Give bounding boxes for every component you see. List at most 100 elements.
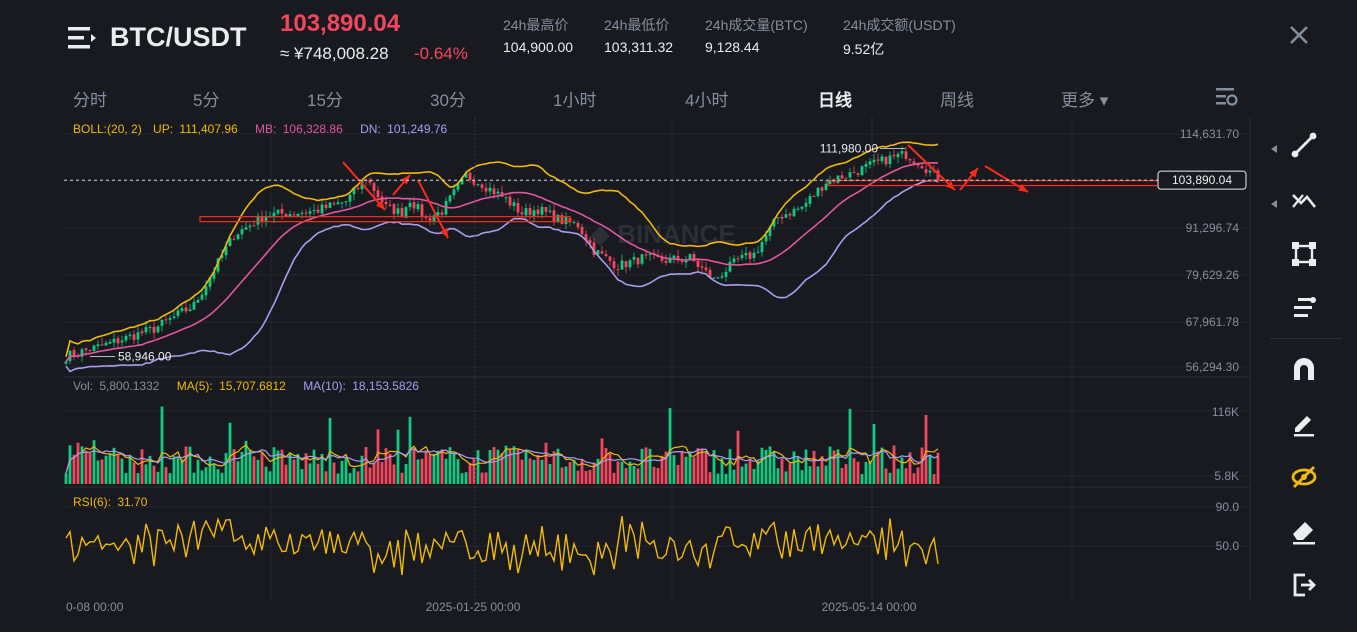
volume-bar xyxy=(124,473,128,484)
magnet-icon[interactable] xyxy=(1289,354,1319,384)
toolbar-divider xyxy=(1270,338,1342,339)
candle-body xyxy=(164,319,168,321)
candle-body xyxy=(64,361,68,364)
candle-body xyxy=(108,341,112,344)
volume-bar xyxy=(808,466,812,484)
volume-bar xyxy=(888,472,892,484)
pencil-icon[interactable] xyxy=(1289,408,1319,438)
volume-bar xyxy=(368,467,372,484)
kline-chart[interactable]: ◆ BINANCE BOLL:(20, 2) UP: 111,407.96 MB… xyxy=(0,0,1357,632)
volume-bar xyxy=(200,470,204,484)
volume-bar xyxy=(816,466,820,484)
time-tick: 2025-05-14 00:00 xyxy=(822,600,917,614)
volume-bar xyxy=(868,461,872,484)
expand-caret-icon[interactable] xyxy=(1270,195,1278,208)
candle-body xyxy=(788,213,792,216)
hide-eye-icon[interactable] xyxy=(1289,462,1319,492)
multi-line-icon[interactable] xyxy=(1289,185,1319,215)
candle-body xyxy=(508,196,512,206)
candle-body xyxy=(840,175,844,179)
candle-body xyxy=(636,257,640,265)
candle-body xyxy=(716,277,720,279)
volume-bar xyxy=(464,472,468,484)
candle-body xyxy=(764,235,768,242)
volume-bar xyxy=(340,460,344,484)
volume-bar xyxy=(588,470,592,484)
candle-body xyxy=(912,161,916,164)
candle-body xyxy=(704,267,708,271)
watermark-logo: ◆ BINANCE xyxy=(590,219,736,249)
candle-body xyxy=(908,158,912,161)
time-tick: 0-08 00:00 xyxy=(66,600,124,614)
candle-body xyxy=(836,175,840,183)
candle-body xyxy=(136,332,140,340)
candle-body xyxy=(316,209,320,213)
candle-body xyxy=(672,255,676,259)
volume-bar xyxy=(272,447,276,484)
candle-body xyxy=(152,326,156,333)
volume-bar xyxy=(236,461,240,484)
candle-body xyxy=(700,266,704,268)
candle-body xyxy=(124,335,128,341)
volume-bar xyxy=(436,450,440,484)
volume-bar xyxy=(632,465,636,484)
volume-bar xyxy=(776,468,780,484)
candle-body xyxy=(300,212,304,214)
volume-bar xyxy=(928,455,932,484)
candle-body xyxy=(800,206,804,209)
volume-bar xyxy=(616,461,620,484)
candle-body xyxy=(796,208,800,210)
volume-bar xyxy=(460,473,464,484)
volume-bar xyxy=(224,453,228,484)
candle-body xyxy=(544,207,548,212)
candle-body xyxy=(72,349,76,357)
volume-bar xyxy=(100,459,104,484)
boll-legend: BOLL:(20, 2) UP: 111,407.96 MB: 106,328.… xyxy=(73,122,448,136)
rectangle-icon[interactable] xyxy=(1289,239,1319,269)
candle-body xyxy=(868,161,872,165)
exit-icon[interactable] xyxy=(1289,570,1319,600)
volume-bar xyxy=(884,468,888,484)
volume-bar xyxy=(536,455,540,484)
volume-bar xyxy=(748,459,752,484)
volume-bar xyxy=(176,456,180,484)
volume-bar xyxy=(376,429,380,484)
boll-upper-line xyxy=(65,141,939,357)
boll-mb-value: 106,328.86 xyxy=(283,122,343,136)
volume-bar xyxy=(104,455,108,484)
candle-body xyxy=(616,269,620,271)
volume-bar xyxy=(172,456,176,484)
volume-bar xyxy=(760,447,764,484)
candle-body xyxy=(664,260,668,263)
trendline-icon[interactable] xyxy=(1289,130,1319,160)
candle-body xyxy=(468,172,472,181)
volume-bar xyxy=(676,465,680,484)
volume-bar xyxy=(72,454,76,484)
candle-body xyxy=(440,212,444,215)
volume-bar xyxy=(208,456,212,484)
volume-bar xyxy=(564,466,568,484)
expand-caret-icon[interactable] xyxy=(1270,140,1278,153)
eraser-icon[interactable] xyxy=(1289,516,1319,546)
volume-bar xyxy=(300,469,304,484)
candle-body xyxy=(320,204,324,214)
candle-body xyxy=(848,172,852,178)
candle-body xyxy=(240,229,244,235)
candle-body xyxy=(548,210,552,212)
text-lines-icon[interactable] xyxy=(1289,293,1319,323)
volume-bar xyxy=(308,463,312,484)
candle-body xyxy=(276,209,280,214)
vol-ma10-label: MA(10): xyxy=(303,379,346,393)
volume-bar xyxy=(848,408,852,484)
volume-bar xyxy=(492,447,496,484)
volume-bar xyxy=(412,448,416,484)
volume-bar xyxy=(524,449,528,484)
rsi-legend: RSI(6): 31.70 xyxy=(73,495,148,509)
volume-bar xyxy=(780,458,784,484)
volume-bar xyxy=(312,449,316,484)
candle-body xyxy=(724,271,728,277)
candle-body xyxy=(452,189,456,196)
candle-body xyxy=(340,202,344,204)
volume-bar xyxy=(416,459,420,484)
candle-body xyxy=(244,227,248,230)
